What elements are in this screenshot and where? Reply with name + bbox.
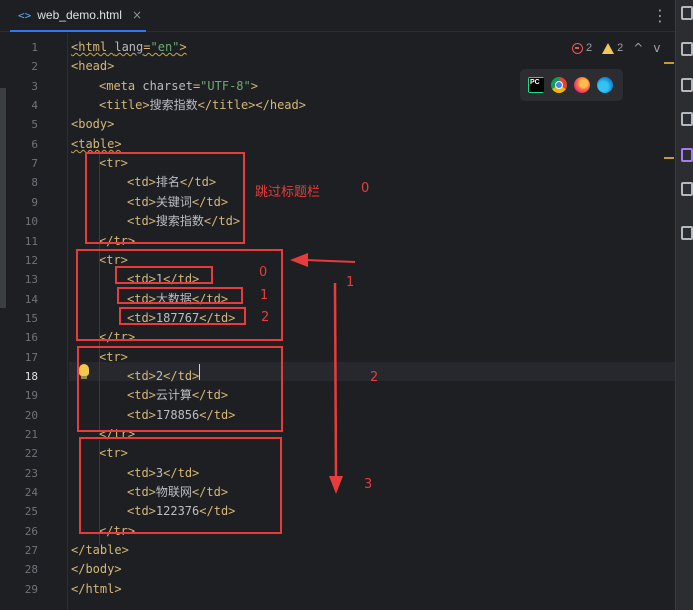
code-token: </table> <box>71 543 129 558</box>
structure-icon[interactable] <box>681 112 693 126</box>
plugin-icon[interactable] <box>681 148 693 162</box>
code-token: <body> <box>71 117 115 132</box>
line-number[interactable]: 25 <box>10 502 38 521</box>
code-token: charset <box>142 78 193 93</box>
code-token: <meta <box>99 78 143 93</box>
code-line[interactable]: <body> <box>71 115 114 134</box>
code-token: "en" <box>150 40 180 54</box>
code-token: </title></head> <box>197 98 306 113</box>
python-icon[interactable] <box>681 182 693 196</box>
tab-label: web_demo.html <box>37 8 122 22</box>
line-number[interactable]: 11 <box>10 232 38 251</box>
annotation-box-row-3 <box>79 437 282 534</box>
annotation-cell-index-0: 0 <box>259 265 268 280</box>
line-number[interactable]: 29 <box>10 580 38 599</box>
line-number[interactable]: 7 <box>10 154 38 173</box>
line-number[interactable]: 15 <box>10 309 38 328</box>
line-number[interactable]: 19 <box>10 386 38 405</box>
line-number[interactable]: 2 <box>10 57 38 76</box>
inspection-widget[interactable]: 2 2 ^ v <box>572 40 660 56</box>
code-line[interactable]: <title>搜索指数</title></head> <box>99 96 306 115</box>
close-icon[interactable]: × <box>132 8 142 22</box>
tab-web-demo-html[interactable]: <> web_demo.html × <box>10 0 146 32</box>
code-line[interactable]: <table> <box>71 135 122 154</box>
annotation-box-header-row <box>85 152 245 244</box>
line-number[interactable]: 13 <box>10 270 38 289</box>
annotation-cell-index-1: 1 <box>260 288 269 303</box>
annotation-row-index-3: 3 <box>364 477 373 492</box>
line-number[interactable]: 26 <box>10 522 38 541</box>
warning-marker[interactable] <box>664 62 674 64</box>
edge-icon[interactable] <box>597 77 613 93</box>
line-number[interactable]: 9 <box>10 193 38 212</box>
code-token: lang <box>114 40 144 54</box>
code-token: </html> <box>71 581 122 596</box>
annotation-box-row-2 <box>77 346 283 432</box>
line-number[interactable]: 16 <box>10 328 38 347</box>
code-token: </body> <box>71 562 122 577</box>
annotation-cell-index-2: 2 <box>261 310 270 325</box>
annotation-header-index: 0 <box>361 181 370 196</box>
warning-icon <box>602 42 615 54</box>
code-line[interactable]: <head> <box>71 57 114 76</box>
line-number[interactable]: 20 <box>10 406 38 425</box>
line-number[interactable]: 14 <box>10 290 38 309</box>
error-count: 2 <box>586 42 593 54</box>
pycharm-icon[interactable] <box>528 77 544 93</box>
code-line[interactable]: </html> <box>71 580 122 599</box>
line-number[interactable]: 24 <box>10 483 38 502</box>
annotation-header-note: 跳过标题栏 <box>255 185 321 200</box>
services-icon[interactable] <box>681 226 693 240</box>
annotation-row-index-1: 1 <box>346 275 355 290</box>
editor-tab-bar: <> web_demo.html × ⋮ <box>0 0 675 32</box>
code-token: <html <box>71 40 115 54</box>
code-token: <table> <box>71 136 122 151</box>
line-number[interactable]: 10 <box>10 212 38 231</box>
line-number[interactable]: 5 <box>10 115 38 134</box>
line-number[interactable]: 8 <box>10 173 38 192</box>
line-number[interactable]: 6 <box>10 135 38 154</box>
code-line[interactable]: <meta charset="UTF-8"> <box>99 77 258 96</box>
code-token: <title> <box>99 98 150 113</box>
annotation-box-cell-0 <box>115 266 213 284</box>
line-number[interactable]: 1 <box>10 38 38 57</box>
chrome-icon[interactable] <box>551 77 567 93</box>
more-options-icon[interactable]: ⋮ <box>652 6 668 25</box>
code-token: > <box>179 40 187 54</box>
gutter-highlight-bar <box>0 88 6 308</box>
line-number[interactable]: 21 <box>10 425 38 444</box>
line-number[interactable]: 18 <box>10 367 38 386</box>
line-number[interactable]: 23 <box>10 464 38 483</box>
error-icon <box>572 42 583 54</box>
annotation-box-cell-1 <box>117 287 243 304</box>
right-tool-window-strip <box>675 0 693 610</box>
annotation-box-cell-2 <box>119 307 246 325</box>
code-token: 搜索指数 <box>149 98 198 113</box>
code-line[interactable]: </body> <box>71 560 122 579</box>
html-file-icon: <> <box>18 8 32 22</box>
line-number[interactable]: 4 <box>10 96 38 115</box>
code-token: <head> <box>71 59 115 74</box>
line-number[interactable]: 12 <box>10 251 38 270</box>
line-number[interactable]: 22 <box>10 444 38 463</box>
annotation-row-index-2: 2 <box>370 370 379 385</box>
code-line[interactable]: <html lang="en"> <box>71 38 187 57</box>
line-number[interactable]: 17 <box>10 348 38 367</box>
next-highlight-icon[interactable]: v <box>653 41 660 55</box>
warning-count: 2 <box>617 42 624 54</box>
line-number[interactable]: 27 <box>10 541 38 560</box>
line-number-gutter: 1 2 3 4 5 6 7 8 9 10 11 12 13 14 15 16 17 18 19 20 21 22 23 24 2… <box>0 33 68 610</box>
ai-assistant-icon[interactable] <box>681 42 693 56</box>
line-number[interactable]: 3 <box>10 77 38 96</box>
notifications-icon[interactable] <box>681 6 693 20</box>
database-icon[interactable] <box>681 78 693 92</box>
warning-marker[interactable] <box>664 157 674 159</box>
code-token: "UTF-8" <box>200 78 251 93</box>
browser-preview-popup <box>520 69 623 101</box>
previous-highlight-icon[interactable]: ^ <box>633 41 643 55</box>
code-token: > <box>250 78 258 93</box>
line-number[interactable]: 28 <box>10 560 38 579</box>
code-token: = <box>143 40 151 54</box>
firefox-icon[interactable] <box>574 77 590 93</box>
